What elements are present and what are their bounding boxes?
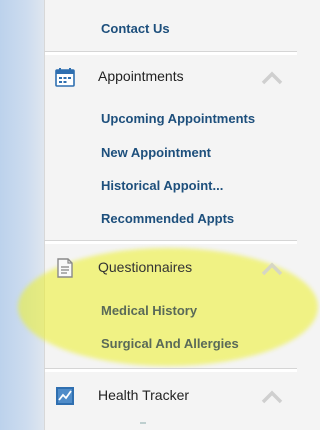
contact-us-link[interactable]: Contact Us [101,21,170,36]
section-header-questionnaires[interactable]: Questionnaires [45,246,297,292]
menu-item-new-appointment[interactable]: New Appointment [101,145,211,160]
section-title-appointments: Appointments [98,68,184,84]
chart-icon [56,387,74,405]
document-icon [57,258,73,278]
section-header-health-tracker[interactable]: Health Tracker [45,374,297,420]
divider-highlight [45,241,297,244]
clipped-content-fragment [140,422,146,430]
menu-item-recommended-appts[interactable]: Recommended Appts [101,211,234,226]
chevron-up-icon[interactable] [261,262,283,276]
left-background-strip [0,0,44,430]
chevron-up-icon[interactable] [261,71,283,85]
menu-item-surgical-and-allergies[interactable]: Surgical And Allergies [101,336,239,351]
divider-highlight [45,369,297,372]
menu-item-medical-history[interactable]: Medical History [101,303,197,318]
section-title-questionnaires: Questionnaires [98,259,193,275]
section-title-health-tracker: Health Tracker [98,387,190,403]
section-header-appointments[interactable]: Appointments [45,55,297,101]
calendar-icon [55,68,75,87]
menu-item-historical-appointments[interactable]: Historical Appoint... [101,178,223,193]
menu-item-upcoming-appointments[interactable]: Upcoming Appointments [101,111,255,126]
chevron-up-icon[interactable] [261,390,283,404]
